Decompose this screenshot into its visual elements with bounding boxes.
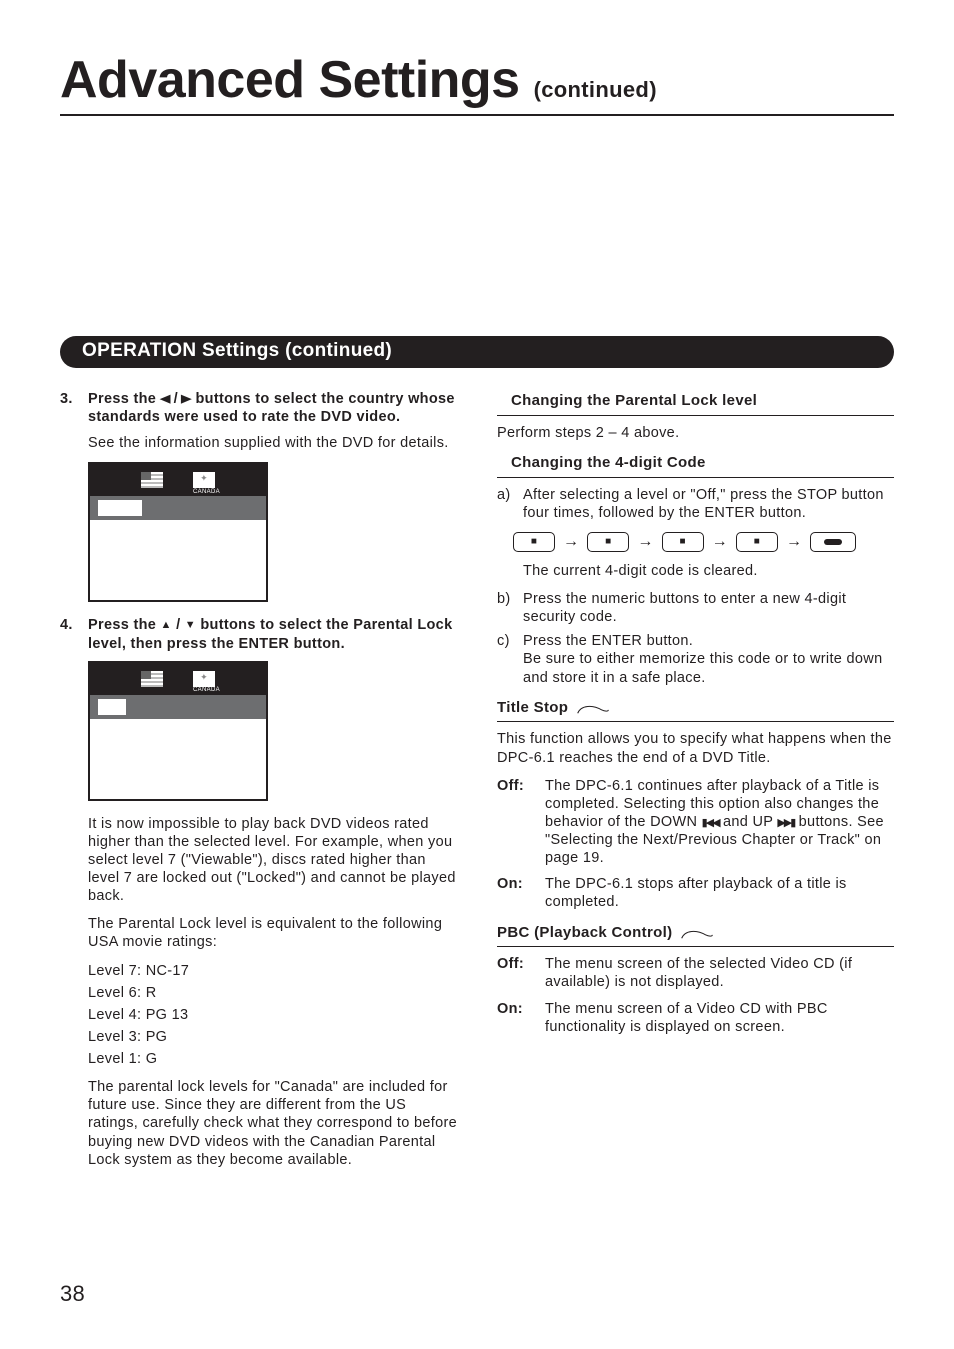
step-3: 3. Press the ◀ / ▶ buttons to select the… xyxy=(60,390,457,426)
level-3: Level 3: PG xyxy=(88,1028,457,1046)
arrow-icon: → xyxy=(637,532,653,552)
code-cleared: The current 4-digit code is cleared. xyxy=(523,562,894,580)
list-item-b: Press the numeric buttons to enter a new… xyxy=(523,590,894,626)
off-desc: The menu screen of the selected Video CD… xyxy=(545,955,894,991)
step-text: Press the ◀ / ▶ buttons to select the co… xyxy=(88,390,457,426)
step-text: Press the ▲ / ▼ buttons to select the Pa… xyxy=(88,616,457,652)
on-desc: The DPC-6.1 stops after playback of a ti… xyxy=(545,875,894,911)
title-sub: (continued) xyxy=(534,77,657,102)
page-number: 38 xyxy=(60,1281,85,1307)
subhead-change-code: Changing the 4-digit Code xyxy=(497,452,894,478)
level-1: Level 1: G xyxy=(88,1050,457,1068)
off-label: Off: xyxy=(497,955,535,991)
us-flag-icon xyxy=(141,671,163,687)
pbc-options: Off: The menu screen of the selected Vid… xyxy=(497,955,894,1036)
us-flag-icon xyxy=(141,472,163,488)
text: Press the ENTER button. xyxy=(523,633,693,649)
left-triangle-icon: ◀ xyxy=(160,393,171,407)
on-desc: The menu screen of a Video CD with PBC f… xyxy=(545,1000,894,1036)
skip-forward-icon: ▶▶▮ xyxy=(777,817,794,829)
enter-button-icon xyxy=(810,532,856,552)
title-stop-options: Off: The DPC-6.1 continues after playbac… xyxy=(497,777,894,912)
canada-flag-icon xyxy=(193,671,215,687)
level-6: Level 6: R xyxy=(88,984,457,1002)
off-label: Off: xyxy=(497,777,535,868)
screenshot-country-select xyxy=(88,462,268,602)
on-label: On: xyxy=(497,875,535,911)
list-key-b: b) xyxy=(497,590,517,626)
down-triangle-icon: ▼ xyxy=(185,619,196,631)
up-triangle-icon: ▲ xyxy=(161,619,172,631)
title-main: Advanced Settings xyxy=(60,51,534,109)
step-number: 3. xyxy=(60,390,80,426)
text: Press the xyxy=(88,617,161,633)
right-column: Changing the Parental Lock level Perform… xyxy=(497,390,894,1179)
text: / xyxy=(172,617,185,633)
list-item-c: Press the ENTER button. Be sure to eithe… xyxy=(523,632,894,686)
subhead-change-level: Changing the Parental Lock level xyxy=(497,390,894,416)
arrow-icon: → xyxy=(712,532,728,552)
right-triangle-icon: ▶ xyxy=(181,393,192,407)
step-4: 4. Press the ▲ / ▼ buttons to select the… xyxy=(60,616,457,652)
section-header: OPERATION Settings (continued) xyxy=(60,336,894,368)
subhead-title-stop: Title Stop xyxy=(497,699,894,723)
arrow-icon: → xyxy=(563,532,579,552)
text: Be sure to either memorize this code or … xyxy=(523,651,882,685)
step-3-note: See the information supplied with the DV… xyxy=(88,434,457,452)
stop-button-icon: ■ xyxy=(587,532,629,552)
text: and UP xyxy=(719,814,778,830)
lettered-list: b) Press the numeric buttons to enter a … xyxy=(497,590,894,687)
paragraph-locked: It is now impossible to play back DVD vi… xyxy=(88,815,457,906)
step-number: 4. xyxy=(60,616,80,652)
list-key-a: a) xyxy=(497,486,517,522)
left-column: 3. Press the ◀ / ▶ buttons to select the… xyxy=(60,390,457,1179)
text: Press the xyxy=(88,391,161,407)
label: Title Stop xyxy=(497,699,568,718)
page-title: Advanced Settings (continued) xyxy=(60,50,894,116)
on-label: On: xyxy=(497,1000,535,1036)
stop-button-icon: ■ xyxy=(513,532,555,552)
subhead-pbc: PBC (Playback Control) xyxy=(497,924,894,948)
ellipse-icon xyxy=(680,927,710,939)
perform-steps: Perform steps 2 – 4 above. xyxy=(497,424,894,442)
paragraph-equiv: The Parental Lock level is equivalent to… xyxy=(88,915,457,951)
screenshot-level-select xyxy=(88,661,268,801)
list-item-a: After selecting a level or "Off," press … xyxy=(523,486,894,522)
canada-flag-icon xyxy=(193,472,215,488)
list-key-c: c) xyxy=(497,632,517,686)
level-4: Level 4: PG 13 xyxy=(88,1006,457,1024)
button-sequence: ■ → ■ → ■ → ■ → xyxy=(513,532,894,552)
skip-back-icon: ▮◀◀ xyxy=(702,817,719,829)
title-stop-desc: This function allows you to specify what… xyxy=(497,730,894,766)
arrow-icon: → xyxy=(786,532,802,552)
label: PBC (Playback Control) xyxy=(497,924,672,943)
level-7: Level 7: NC-17 xyxy=(88,962,457,980)
stop-button-icon: ■ xyxy=(736,532,778,552)
stop-button-icon: ■ xyxy=(662,532,704,552)
paragraph-canada: The parental lock levels for "Canada" ar… xyxy=(88,1078,457,1169)
rating-levels: Level 7: NC-17 Level 6: R Level 4: PG 13… xyxy=(88,962,457,1069)
ellipse-icon xyxy=(576,702,606,714)
off-desc: The DPC-6.1 continues after playback of … xyxy=(545,777,894,868)
lettered-list: a) After selecting a level or "Off," pre… xyxy=(497,486,894,522)
